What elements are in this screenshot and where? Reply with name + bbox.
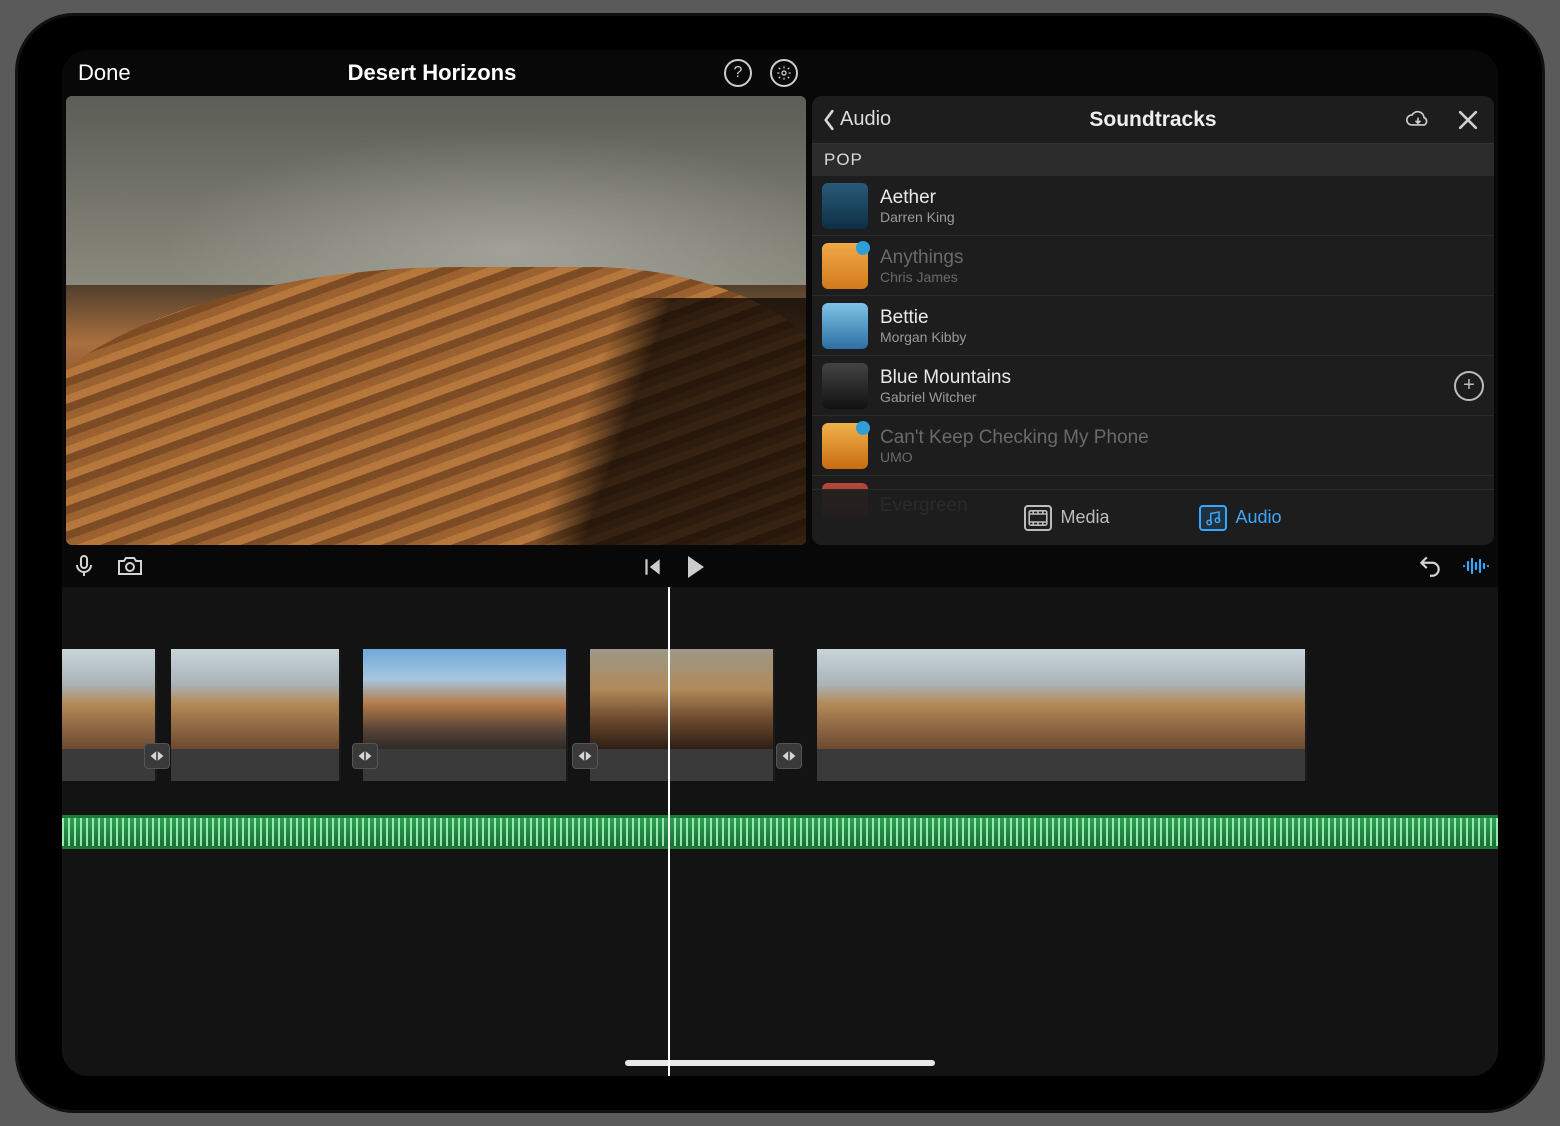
track-artist: Morgan Kibby [880, 329, 966, 345]
undo-icon[interactable] [1416, 552, 1444, 580]
tab-media-label: Media [1060, 507, 1109, 528]
filmstrip-icon [1024, 505, 1052, 531]
album-thumbnail [822, 363, 868, 409]
download-cloud-icon[interactable] [1402, 104, 1434, 136]
tab-audio-label: Audio [1235, 507, 1281, 528]
back-to-audio-button[interactable]: Audio [822, 108, 891, 131]
track-meta: Aether Darren King [880, 187, 955, 225]
waveform [62, 818, 1498, 846]
app-header: Done Desert Horizons ? [62, 50, 1498, 96]
transition-icon[interactable] [776, 743, 802, 769]
track-title: Blue Mountains [880, 367, 1011, 389]
track-title: Bettie [880, 307, 966, 329]
clip[interactable] [62, 649, 157, 781]
transition-icon[interactable] [572, 743, 598, 769]
add-track-button[interactable]: + [1454, 371, 1484, 401]
skip-back-icon[interactable] [638, 553, 666, 581]
audio-track[interactable] [62, 815, 1498, 849]
video-preview[interactable] [66, 96, 806, 545]
main-row: Audio Soundtracks POP [62, 96, 1498, 545]
clip-footer [817, 749, 1305, 781]
album-thumbnail [822, 303, 868, 349]
microphone-icon[interactable] [70, 552, 98, 580]
chevron-left-icon [822, 109, 836, 131]
clip-thumbnail [62, 649, 155, 749]
track-title: Anythings [880, 247, 963, 269]
clip[interactable] [171, 649, 341, 781]
clip-thumbnail [171, 649, 339, 749]
track-artist: Chris James [880, 269, 963, 285]
panel-title: Soundtracks [812, 108, 1494, 132]
music-note-icon [1199, 505, 1227, 531]
track-row[interactable]: Can't Keep Checking My Phone UMO [812, 416, 1494, 476]
help-icon[interactable]: ? [722, 57, 754, 89]
track-row[interactable]: Blue Mountains Gabriel Witcher + [812, 356, 1494, 416]
track-meta: Can't Keep Checking My Phone UMO [880, 427, 1149, 465]
project-title: Desert Horizons [62, 60, 802, 86]
clip-thumbnail [817, 649, 1305, 749]
track-artist: UMO [880, 449, 1149, 465]
play-button-icon[interactable] [688, 556, 704, 578]
clip[interactable] [817, 649, 1307, 781]
album-thumbnail [822, 183, 868, 229]
close-panel-icon[interactable] [1452, 104, 1484, 136]
settings-gear-icon[interactable] [768, 57, 800, 89]
timeline-toolbar [62, 545, 1498, 587]
clip-footer [363, 749, 566, 781]
transition-icon[interactable] [144, 743, 170, 769]
soundtracks-panel: Audio Soundtracks POP [812, 96, 1494, 545]
ipad-frame: Done Desert Horizons ? [18, 16, 1542, 1110]
tab-media[interactable]: Media [1024, 505, 1109, 531]
transition-icon[interactable] [352, 743, 378, 769]
panel-tabs: Media Audio [812, 489, 1494, 545]
camera-icon[interactable] [116, 552, 144, 580]
clip-footer [171, 749, 339, 781]
track-meta: Anythings Chris James [880, 247, 963, 285]
timeline[interactable] [62, 587, 1498, 1076]
playhead-marker-icon[interactable] [660, 587, 678, 589]
genre-header: POP [812, 144, 1494, 176]
clip-thumbnail [363, 649, 566, 749]
back-label: Audio [840, 108, 891, 131]
album-thumbnail [822, 423, 868, 469]
clip-footer [590, 749, 773, 781]
track-row[interactable]: Aether Darren King [812, 176, 1494, 236]
track-list[interactable]: Aether Darren King Anythings Chris James… [812, 176, 1494, 517]
cloud-badge-icon [856, 241, 870, 255]
tab-audio[interactable]: Audio [1199, 505, 1281, 531]
clip-footer [62, 749, 155, 781]
cloud-badge-icon [856, 421, 870, 435]
track-artist: Darren King [880, 209, 955, 225]
clip-thumbnail [590, 649, 773, 749]
track-title: Can't Keep Checking My Phone [880, 427, 1149, 449]
playhead[interactable] [668, 587, 670, 1076]
done-button[interactable]: Done [72, 60, 131, 86]
album-thumbnail [822, 243, 868, 289]
track-row[interactable]: Anythings Chris James [812, 236, 1494, 296]
track-meta: Bettie Morgan Kibby [880, 307, 966, 345]
track-title: Aether [880, 187, 955, 209]
audio-waveform-toggle-icon[interactable] [1462, 552, 1490, 580]
clip[interactable] [363, 649, 568, 781]
track-artist: Gabriel Witcher [880, 389, 1011, 405]
track-meta: Blue Mountains Gabriel Witcher [880, 367, 1011, 405]
clip[interactable] [590, 649, 775, 781]
home-indicator[interactable] [625, 1060, 935, 1066]
track-row[interactable]: Bettie Morgan Kibby [812, 296, 1494, 356]
app-screen: Done Desert Horizons ? [62, 50, 1498, 1076]
panel-header: Audio Soundtracks [812, 96, 1494, 144]
